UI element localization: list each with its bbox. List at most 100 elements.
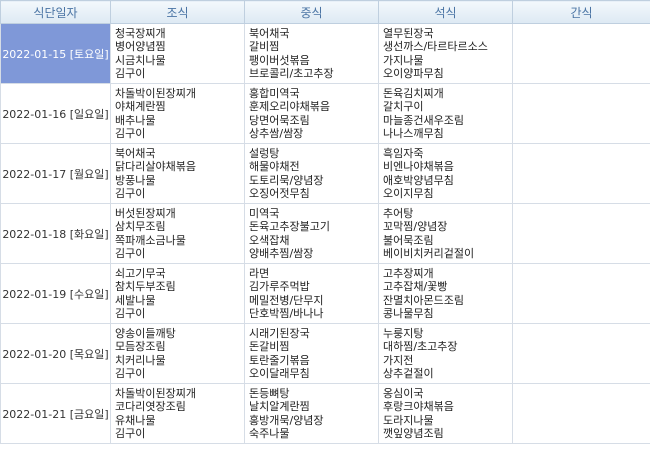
- menu-item: 라면: [249, 266, 270, 280]
- menu-item: 상추겉절이: [383, 367, 434, 380]
- snack-cell[interactable]: [512, 263, 650, 324]
- date-cell[interactable]: 2022-01-16 [일요일]: [0, 83, 111, 144]
- breakfast-cell[interactable]: 버섯된장찌개 삼치무조림 쪽파깨소금나물 김구이: [110, 203, 245, 264]
- menu-item: 모듬장조림: [115, 340, 166, 353]
- menu-item: 마늘종건새우조림: [383, 113, 464, 127]
- table-row[interactable]: 2022-01-17 [월요일] 북어채국 닭다리살야채볶음 방풍나물 김구이 설렁탕 해물…: [0, 143, 650, 204]
- breakfast-items: 쇠고기무국 참치두부조림 세발나물 김구이: [111, 267, 244, 321]
- menu-item: 팽이버섯볶음: [249, 53, 310, 67]
- lunch-cell[interactable]: 미역국 돈육고추장불고기 오색잡채 양배추찜/쌈장: [244, 203, 379, 264]
- snack-cell[interactable]: [512, 83, 650, 144]
- header-snack[interactable]: 간식: [512, 0, 650, 24]
- menu-item: 날치알계란찜: [249, 400, 310, 413]
- lunch-cell[interactable]: 홍합미역국 훈제오리야채볶음 당면어묵조림 상추쌈/쌈장: [244, 83, 379, 144]
- table-row[interactable]: 2022-01-19 [수요일] 쇠고기무국 참치두부조림 세발나물 김구이 라면 김가루주…: [0, 263, 650, 324]
- menu-item: 돈갈비찜: [249, 340, 290, 353]
- date-cell[interactable]: 2022-01-17 [월요일]: [0, 143, 111, 204]
- breakfast-cell[interactable]: 차돌박이된장찌개 코다리엿장조림 유채나물 김구이: [110, 383, 245, 444]
- dinner-cell[interactable]: 흑임자죽 비엔나야채볶음 애호박양념무침 오이지무침: [378, 143, 513, 204]
- breakfast-cell[interactable]: 북어채국 닭다리살야채볶음 방풍나물 김구이: [110, 143, 245, 204]
- date-cell[interactable]: 2022-01-21 [금요일]: [0, 383, 111, 444]
- breakfast-cell[interactable]: 청국장찌개 병어양념찜 시금치나물 김구이: [110, 23, 245, 84]
- lunch-items: 설렁탕 해물야채전 도토리묵/양념장 오징어젓무침: [245, 147, 378, 201]
- menu-item: 불어묵조림: [383, 233, 434, 247]
- breakfast-cell[interactable]: 쇠고기무국 참치두부조림 세발나물 김구이: [110, 263, 245, 324]
- date-cell[interactable]: 2022-01-19 [수요일]: [0, 263, 111, 324]
- menu-item: 가지전: [383, 353, 414, 367]
- menu-item: 닭다리살야채볶음: [115, 160, 196, 173]
- menu-item: 열무된장국: [383, 26, 434, 40]
- meal-menu-table: 식단일자 조식 중식 석식 간식 2022-01-15 [토요일] 청국장찌개 병어…: [0, 0, 650, 444]
- dinner-cell[interactable]: 추어탕 꼬막찜/양념장 불어묵조림 베이비치커리겉절이: [378, 203, 513, 264]
- dinner-cell[interactable]: 고추장찌개 고추잡채/꽃빵 잔멸치아몬드조림 콩나물무침: [378, 263, 513, 324]
- dinner-cell[interactable]: 돈육김치찌개 갈치구이 마늘종건새우조림 나나스깨무침: [378, 83, 513, 144]
- breakfast-items: 차돌박이된장찌개 야채계란찜 배추나물 김구이: [111, 87, 244, 141]
- dinner-cell[interactable]: 열무된장국 생선까스/타르타르소스 가지나물 오이양파무침: [378, 23, 513, 84]
- lunch-cell[interactable]: 설렁탕 해물야채전 도토리묵/양념장 오징어젓무침: [244, 143, 379, 204]
- menu-item: 꼬막찜/양념장: [383, 220, 448, 233]
- menu-item: 도토리묵/양념장: [249, 173, 324, 187]
- lunch-items: 홍합미역국 훈제오리야채볶음 당면어묵조림 상추쌈/쌈장: [245, 87, 378, 141]
- menu-item: 베이비치커리겉절이: [383, 247, 475, 260]
- menu-item: 북어채국: [249, 26, 290, 40]
- menu-item: 도라지나물: [383, 413, 434, 427]
- menu-item: 북어채국: [115, 146, 156, 160]
- snack-cell[interactable]: [512, 143, 650, 204]
- dinner-items: 누룽지탕 대하찜/초고추장 가지전 상추겉절이: [379, 327, 512, 381]
- menu-item: 오이달래무침: [249, 367, 310, 380]
- lunch-cell[interactable]: 북어채국 갈비찜 팽이버섯볶음 브로콜리/초고추장: [244, 23, 379, 84]
- menu-item: 쪽파깨소금나물: [115, 233, 186, 247]
- table-row[interactable]: 2022-01-16 [일요일] 차돌박이된장찌개 야채계란찜 배추나물 김구이 홍합미역…: [0, 83, 650, 144]
- breakfast-cell[interactable]: 양송이들깨탕 모듬장조림 치커리나물 김구이: [110, 323, 245, 384]
- header-dinner[interactable]: 석식: [378, 0, 513, 24]
- menu-item: 가지나물: [383, 53, 424, 67]
- menu-item: 돈등뼈탕: [249, 386, 290, 400]
- menu-item: 김구이: [115, 67, 146, 80]
- menu-item: 대하찜/초고추장: [383, 340, 458, 353]
- dinner-items: 돈육김치찌개 갈치구이 마늘종건새우조림 나나스깨무침: [379, 87, 512, 141]
- breakfast-cell[interactable]: 차돌박이된장찌개 야채계란찜 배추나물 김구이: [110, 83, 245, 144]
- dinner-items: 옹심이국 후랑크야채볶음 도라지나물 깻잎양념조림: [379, 387, 512, 441]
- table-row[interactable]: 2022-01-18 [화요일] 버섯된장찌개 삼치무조림 쪽파깨소금나물 김구이 미역국…: [0, 203, 650, 264]
- lunch-cell[interactable]: 라면 김가루주먹밥 메밀전병/단무지 단호박찜/바나나: [244, 263, 379, 324]
- menu-item: 야채계란찜: [115, 100, 166, 113]
- snack-cell[interactable]: [512, 323, 650, 384]
- date-cell[interactable]: 2022-01-20 [목요일]: [0, 323, 111, 384]
- menu-item: 차돌박이된장찌개: [115, 86, 196, 100]
- dinner-cell[interactable]: 옹심이국 후랑크야채볶음 도라지나물 깻잎양념조림: [378, 383, 513, 444]
- table-row[interactable]: 2022-01-21 [금요일] 차돌박이된장찌개 코다리엿장조림 유채나물 김구이 돈등…: [0, 383, 650, 444]
- lunch-items: 시래기된장국 돈갈비찜 토란줄기볶음 오이달래무침: [245, 327, 378, 381]
- menu-item: 차돌박이된장찌개: [115, 386, 196, 400]
- menu-item: 김구이: [115, 307, 146, 320]
- menu-item: 해물야채전: [249, 160, 300, 173]
- header-breakfast[interactable]: 조식: [110, 0, 245, 24]
- menu-item: 오이양파무침: [383, 67, 444, 80]
- menu-item: 양송이들깨탕: [115, 326, 176, 340]
- menu-item: 배추나물: [115, 113, 156, 127]
- header-date[interactable]: 식단일자: [0, 0, 111, 24]
- menu-item: 숙주나물: [249, 427, 290, 440]
- dinner-cell[interactable]: 누룽지탕 대하찜/초고추장 가지전 상추겉절이: [378, 323, 513, 384]
- menu-item: 돈육김치찌개: [383, 86, 444, 100]
- snack-cell[interactable]: [512, 383, 650, 444]
- menu-item: 미역국: [249, 206, 280, 220]
- menu-item: 옹심이국: [383, 386, 424, 400]
- table-row[interactable]: 2022-01-15 [토요일] 청국장찌개 병어양념찜 시금치나물 김구이 북어채국 갈비…: [0, 23, 650, 84]
- menu-item: 오색잡채: [249, 233, 290, 247]
- menu-item: 홍합미역국: [249, 86, 300, 100]
- lunch-cell[interactable]: 시래기된장국 돈갈비찜 토란줄기볶음 오이달래무침: [244, 323, 379, 384]
- snack-cell[interactable]: [512, 203, 650, 264]
- menu-item: 세발나물: [115, 293, 156, 307]
- header-lunch[interactable]: 중식: [244, 0, 379, 24]
- date-cell[interactable]: 2022-01-18 [화요일]: [0, 203, 111, 264]
- lunch-cell[interactable]: 돈등뼈탕 날치알계란찜 홍방개묵/양념장 숙주나물: [244, 383, 379, 444]
- menu-item: 버섯된장찌개: [115, 206, 176, 220]
- lunch-items: 북어채국 갈비찜 팽이버섯볶음 브로콜리/초고추장: [245, 27, 378, 81]
- breakfast-items: 양송이들깨탕 모듬장조림 치커리나물 김구이: [111, 327, 244, 381]
- menu-item: 후랑크야채볶음: [383, 400, 454, 413]
- menu-item: 삼치무조림: [115, 220, 166, 233]
- menu-item: 애호박양념무침: [383, 173, 454, 187]
- table-row[interactable]: 2022-01-20 [목요일] 양송이들깨탕 모듬장조림 치커리나물 김구이 시래기된장…: [0, 323, 650, 384]
- date-cell[interactable]: 2022-01-15 [토요일]: [0, 23, 111, 84]
- snack-cell[interactable]: [512, 23, 650, 84]
